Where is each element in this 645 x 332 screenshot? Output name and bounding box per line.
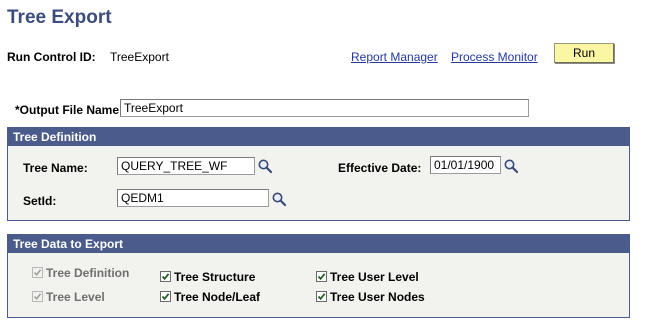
checkmark-icon xyxy=(161,293,170,301)
process-monitor-link[interactable]: Process Monitor xyxy=(451,50,538,64)
tree-data-export-header: Tree Data to Export xyxy=(8,235,629,253)
tree-name-input[interactable] xyxy=(117,157,255,175)
tree-user-nodes-checkbox-label: Tree User Nodes xyxy=(330,290,425,304)
checkmark-icon xyxy=(317,293,326,301)
run-button[interactable]: Run xyxy=(554,43,614,63)
run-control-id-label: Run Control ID: xyxy=(7,50,96,64)
tree-node-leaf-checkbox-label: Tree Node/Leaf xyxy=(174,290,261,304)
effective-date-lookup-icon[interactable] xyxy=(503,158,519,174)
checkmark-icon xyxy=(317,273,326,281)
setid-lookup-icon[interactable] xyxy=(271,191,287,207)
tree-level-checkbox-label: Tree Level xyxy=(46,290,105,304)
tree-definition-group: Tree Definition xyxy=(7,127,630,221)
tree-name-label: Tree Name: xyxy=(23,161,88,175)
tree-user-level-checkbox-label: Tree User Level xyxy=(330,270,419,284)
checkmark-icon xyxy=(33,293,42,301)
tree-level-checkbox[interactable] xyxy=(32,291,43,302)
run-control-id-value: TreeExport xyxy=(110,50,169,64)
setid-label: SetId: xyxy=(23,194,57,208)
tree-user-level-checkbox[interactable] xyxy=(316,271,327,282)
tree-name-lookup-icon[interactable] xyxy=(257,158,273,174)
tree-definition-checkbox-label: Tree Definition xyxy=(46,266,130,280)
checkmark-icon xyxy=(161,273,170,281)
tree-node-leaf-checkbox[interactable] xyxy=(160,291,171,302)
tree-structure-checkbox[interactable] xyxy=(160,271,171,282)
checkmark-icon xyxy=(33,269,42,277)
output-file-name-label: *Output File Name: xyxy=(15,103,124,117)
tree-structure-checkbox-label: Tree Structure xyxy=(174,270,256,284)
page-title: Tree Export xyxy=(7,7,112,28)
effective-date-input[interactable] xyxy=(430,156,501,174)
setid-input[interactable] xyxy=(117,189,269,207)
output-file-name-input[interactable] xyxy=(120,99,529,117)
effective-date-label: Effective Date: xyxy=(338,161,422,175)
tree-definition-checkbox[interactable] xyxy=(32,267,43,278)
tree-user-nodes-checkbox[interactable] xyxy=(316,291,327,302)
tree-definition-header: Tree Definition xyxy=(8,128,629,146)
report-manager-link[interactable]: Report Manager xyxy=(351,50,438,64)
